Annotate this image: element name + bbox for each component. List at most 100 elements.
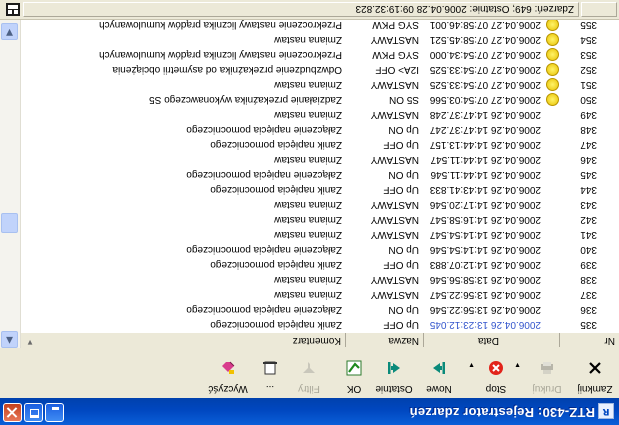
window-title: RTZ-430: Rejestrator zdarzeń bbox=[409, 405, 595, 420]
table-row[interactable]: 348 2006.04.26 14:47:37.247 Up ON Załączeni… bbox=[21, 122, 619, 137]
table-row[interactable]: 344 2006.04.26 14:43:41.833 Up OFF Zanik na… bbox=[21, 182, 619, 197]
column-header-row: Nr Data Nazwa Komentarz ▼ bbox=[0, 332, 619, 348]
table-row[interactable]: 346 2006.04.26 14:44:11.547 NASTAWY Zmiana … bbox=[21, 152, 619, 167]
event-table: 335 2006.04.26 13:23:12.045 Up OFF Zanik na… bbox=[21, 20, 619, 333]
cell-nazwa: S5 ON bbox=[388, 94, 419, 105]
cell-nr: 344 bbox=[580, 184, 597, 195]
wyczysc-button[interactable]: Wyczyść bbox=[203, 348, 253, 398]
cell-komentarz: Zmiana nastaw bbox=[274, 109, 342, 120]
cell-komentarz: Zmiana nastaw bbox=[274, 229, 342, 240]
ostatnie-label: Ostatnie bbox=[375, 383, 413, 394]
warning-icon bbox=[546, 93, 559, 106]
cell-data: 2006.04.26 14:14:54.547 bbox=[429, 229, 541, 240]
cell-nazwa: Up ON bbox=[388, 169, 419, 180]
table-row[interactable]: 336 2006.04.26 13:56:22.546 Up ON Załączeni… bbox=[21, 302, 619, 317]
cell-data: 2006.04.27 07:54:34.000 bbox=[429, 49, 541, 60]
cell-nazwa: SYG PKW bbox=[372, 20, 419, 30]
table-row[interactable]: 351 2006.04.27 07:54:33.525 NASTAWY Zmiana … bbox=[21, 77, 619, 92]
table-row[interactable]: 354 2006.04.27 07:58:45.521 NASTAWY Zmiana … bbox=[21, 32, 619, 47]
ostatnie-button[interactable]: Ostatnie bbox=[371, 348, 417, 398]
cell-komentarz: Załączenie napięcia pomocniczego bbox=[186, 244, 342, 255]
nowe-button[interactable]: Nowe bbox=[417, 348, 461, 398]
cell-komentarz: Załączenie napięcia pomocniczego bbox=[186, 169, 342, 180]
table-row[interactable]: 341 2006.04.26 14:14:54.547 NASTAWY Zmiana … bbox=[21, 227, 619, 242]
cell-data: 2006.04.26 14:44:11.546 bbox=[430, 169, 541, 180]
minimize-button[interactable] bbox=[45, 403, 64, 422]
cell-data: 2006.04.26 14:16:58.547 bbox=[429, 214, 541, 225]
cell-nazwa: NASTAWY bbox=[370, 214, 419, 225]
stop-dropdown-arrow-icon[interactable]: ▼ bbox=[514, 361, 521, 368]
cell-data: 2006.04.26 13:23:12.045 bbox=[429, 319, 541, 330]
cell-nr: 338 bbox=[580, 274, 597, 285]
column-header-komentarz[interactable]: Komentarz bbox=[21, 333, 345, 347]
cell-data: 2006.04.26 14:47:37.248 bbox=[429, 109, 541, 120]
stop-dropdown-arrow-right-icon[interactable]: ▼ bbox=[468, 361, 475, 368]
cell-data: 2006.04.26 13:56:22.547 bbox=[429, 289, 541, 300]
table-row[interactable]: 340 2006.04.26 14:14:54.546 Up ON Załączeni… bbox=[21, 242, 619, 257]
column-header-data[interactable]: Data bbox=[423, 333, 559, 347]
warning-icon bbox=[546, 63, 559, 76]
ok-button[interactable]: OK bbox=[339, 348, 369, 398]
scroll-thumb[interactable] bbox=[1, 213, 18, 233]
table-row[interactable]: 349 2006.04.26 14:47:37.248 NASTAWY Zmiana … bbox=[21, 107, 619, 122]
column-header-nr[interactable]: Nr bbox=[559, 333, 619, 347]
cell-data: 2006.04.26 14:43:41.833 bbox=[429, 184, 541, 195]
table-row[interactable]: 345 2006.04.26 14:44:11.546 Up ON Załączeni… bbox=[21, 167, 619, 182]
status-panel-empty bbox=[581, 2, 617, 17]
column-header-nazwa[interactable]: Nazwa bbox=[345, 333, 423, 347]
cell-komentarz: Zmiana nastaw bbox=[274, 154, 342, 165]
cell-komentarz: Zmiana nastaw bbox=[274, 79, 342, 90]
table-row[interactable]: 352 2006.04.27 07:54:33.525 I2A> OFF Odwzbu… bbox=[21, 62, 619, 77]
vertical-scrollbar[interactable]: ▲ ▼ bbox=[0, 20, 21, 348]
table-row[interactable]: 337 2006.04.26 13:56:22.547 NASTAWY Zmiana … bbox=[21, 287, 619, 302]
cell-komentarz: Załączenie napięcia pomocniczego bbox=[186, 124, 342, 135]
table-row[interactable]: 353 2006.04.27 07:54:34.000 SYG PKW Przekro… bbox=[21, 47, 619, 62]
cell-komentarz: Załączenie napięcia pomocniczego bbox=[186, 304, 342, 315]
sort-arrow-icon: ▼ bbox=[26, 338, 34, 347]
stop-label: Stop bbox=[485, 383, 507, 394]
cell-nazwa: NASTAWY bbox=[370, 229, 419, 240]
table-row[interactable]: 339 2006.04.26 14:12:07.883 Up OFF Zanik na… bbox=[21, 257, 619, 272]
title-bar[interactable]: R RTZ-430: Rejestrator zdarzeń bbox=[0, 398, 619, 425]
zamknij-button[interactable]: Zamknij bbox=[573, 348, 617, 398]
printer-icon bbox=[539, 360, 555, 376]
cell-komentarz: Zmiana nastaw bbox=[274, 274, 342, 285]
cell-data: 2006.04.26 14:14:54.546 bbox=[429, 244, 541, 255]
table-row[interactable]: 350 2006.04.27 07:54:03.566 S5 ON Zadziałan… bbox=[21, 92, 619, 107]
cell-data: 2006.04.26 14:47:37.247 bbox=[429, 124, 541, 135]
drukuj-button[interactable]: Drukuj bbox=[525, 348, 569, 398]
cell-nazwa: NASTAWY bbox=[370, 109, 419, 120]
filtry-button[interactable]: Filtry bbox=[287, 348, 331, 398]
cell-nr: 342 bbox=[580, 214, 597, 225]
cell-nazwa: NASTAWY bbox=[370, 34, 419, 45]
table-row[interactable]: 343 2006.04.26 14:17:20.546 NASTAWY Zmiana … bbox=[21, 197, 619, 212]
cell-nr: 345 bbox=[580, 169, 597, 180]
cell-nazwa: I2A> OFF bbox=[375, 64, 419, 75]
table-row[interactable]: 347 2006.04.26 14:44:13.157 Up OFF Zanik na… bbox=[21, 137, 619, 152]
cell-nazwa: Up ON bbox=[388, 304, 419, 315]
table-row[interactable]: 342 2006.04.26 14:16:58.547 NASTAWY Zmiana … bbox=[21, 212, 619, 227]
close-window-button[interactable] bbox=[3, 403, 22, 422]
cell-nr: 337 bbox=[580, 289, 597, 300]
cell-nazwa: SYG PKW bbox=[372, 49, 419, 60]
cell-nr: 343 bbox=[580, 199, 597, 210]
cell-data: 2006.04.26 14:12:07.883 bbox=[429, 259, 541, 270]
status-app-icon[interactable] bbox=[6, 2, 21, 16]
cell-komentarz: Zanik napięcia pomocniczego bbox=[210, 259, 342, 270]
maximize-button[interactable] bbox=[24, 403, 43, 422]
scroll-down-button[interactable]: ▼ bbox=[1, 23, 18, 40]
table-row[interactable]: 338 2006.04.26 13:58:56.546 NASTAWY Zmiana … bbox=[21, 272, 619, 287]
more-button[interactable]: ... bbox=[255, 348, 285, 398]
chevron-up-icon: ▲ bbox=[6, 335, 13, 345]
cell-nr: 354 bbox=[580, 34, 597, 45]
warning-icon bbox=[546, 33, 559, 46]
filter-icon bbox=[301, 360, 317, 376]
cell-nr: 350 bbox=[580, 94, 597, 105]
stop-button[interactable]: Stop ▼ ▼ bbox=[468, 348, 521, 398]
cell-nazwa: Up OFF bbox=[383, 319, 419, 330]
app-icon[interactable]: R bbox=[598, 403, 614, 419]
table-row[interactable]: 335 2006.04.26 13:23:12.045 Up OFF Zanik na… bbox=[21, 317, 619, 332]
table-row[interactable]: 355 2006.04.27 07:58:46.001 SYG PKW Przekro… bbox=[21, 20, 619, 32]
scroll-up-button[interactable]: ▲ bbox=[1, 331, 18, 348]
cell-nazwa: Up ON bbox=[388, 244, 419, 255]
